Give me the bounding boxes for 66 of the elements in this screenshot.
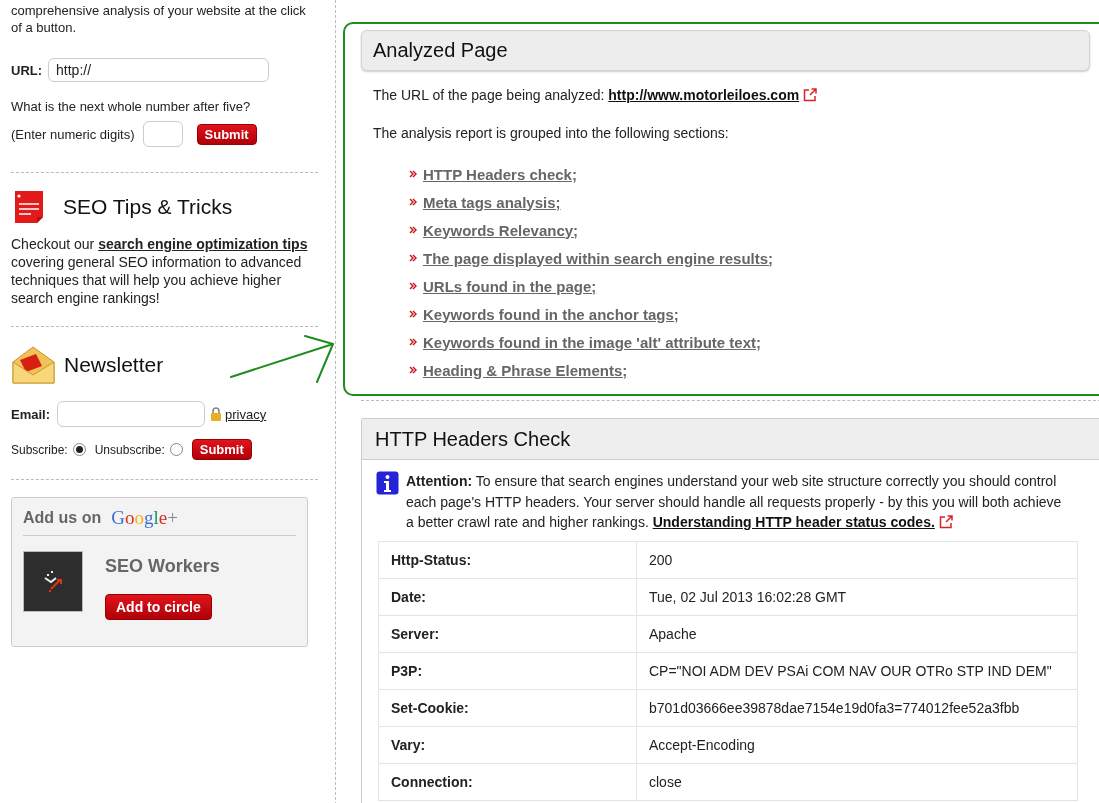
section-link[interactable]: Keywords found in the image 'alt' attribute text; [423,333,761,351]
section-link[interactable]: Keywords found in the anchor tags; [423,305,679,323]
section-title: Newsletter [64,353,164,377]
privacy-link[interactable]: privacy [225,406,267,422]
chevron-icon [409,310,417,318]
status-codes-link[interactable]: Understanding HTTP header status codes. [652,514,935,530]
radio-button[interactable] [72,443,86,456]
header-name: Set-Cookie: [378,689,637,726]
submit-button[interactable]: Submit [196,123,257,145]
email-label: Email: [11,406,50,422]
section-link[interactable]: Meta tags analysis; [423,193,561,211]
header-name: Server: [378,615,637,652]
tips-link[interactable]: search engine optimization tips [98,236,308,252]
avatar-icon [23,551,83,612]
header-value: close [636,763,1078,800]
header-name: P3P: [378,652,637,689]
answer-field[interactable] [142,121,183,147]
captcha-hint: (Enter numeric digits) [11,126,135,142]
chevron-icon [409,254,417,262]
google-lead: Add us on [23,509,102,527]
tips-text: Checkout our search engine optimization tips covering general SEO information to advanced techniques that will help you achieve higher search engine rankings! [11,235,309,307]
envelope-icon [11,344,56,386]
radio-label: Subscribe: [11,442,68,457]
url-field[interactable]: http:// [48,58,270,82]
section-link[interactable]: URLs found in the page; [423,277,597,295]
header-value: Tue, 02 Jul 2013 16:02:28 GMT [636,578,1078,615]
section-title: SEO Tips & Tricks [63,195,233,219]
header-name: Http-Status: [378,541,637,578]
google-logo: Google+ [111,507,178,529]
header-name: Connection: [378,763,637,800]
intro-text: The analysis report is grouped into the following sections: [373,125,730,142]
chevron-icon [409,198,417,206]
header-value: CP="NOI ADM DEV PSAi COM NAV OUR OTRo STP IND DEM" [636,652,1078,689]
url-text: The URL of the page being analyzed: http://www.motorleiloes.com [373,87,1099,104]
radio-label: Unsubscribe: [94,442,165,457]
chevron-icon [409,366,417,374]
section-link[interactable]: The page displayed within search engine results; [423,249,774,267]
chevron-icon [409,170,417,178]
captcha-question: What is the next whole number after five? [11,98,252,115]
panel-title: HTTP Headers Check [362,419,1099,460]
lock-icon [210,407,222,421]
header-value: b701d03666ee39878dae7154e19d0fa3=774012fee52a3fbb [636,689,1078,726]
section-link[interactable]: HTTP Headers check; [423,165,577,183]
chevron-icon [409,282,417,290]
intro-text: comprehensive analysis of your website at the click of a button. [11,2,307,36]
email-field[interactable] [57,401,205,427]
submit-button[interactable]: Submit [191,439,252,460]
header-value: 200 [636,541,1078,578]
chevron-icon [409,226,417,234]
external-link-icon [803,88,818,102]
panel-title: Analyzed Page [361,30,1090,71]
header-value: Accept-Encoding [636,726,1078,763]
header-name: Date: [378,578,637,615]
analyzed-url-link[interactable]: http://www.motorleiloes.com [608,87,800,103]
header-value: Apache [636,615,1078,652]
external-link-icon [938,515,953,529]
attention-text: Attention: To ensure that search engines understand your web site structure correctly you should control each page's HTTP headers. Your server should handle all requests properly - by this you will both achieve a better crawl rate and higher rankings. Understanding HTTP header status codes. [406,472,1063,532]
section-link[interactable]: Heading & Phrase Elements; [423,361,628,379]
page-name: SEO Workers [105,556,220,577]
section-link[interactable]: Keywords Relevancy; [423,221,579,239]
info-icon [376,471,399,495]
url-label: URL: [11,62,43,78]
add-to-circle-button[interactable]: Add to circle [105,594,212,620]
radio-button[interactable] [169,443,183,456]
header-name: Vary: [378,726,637,763]
chevron-icon [409,338,417,346]
